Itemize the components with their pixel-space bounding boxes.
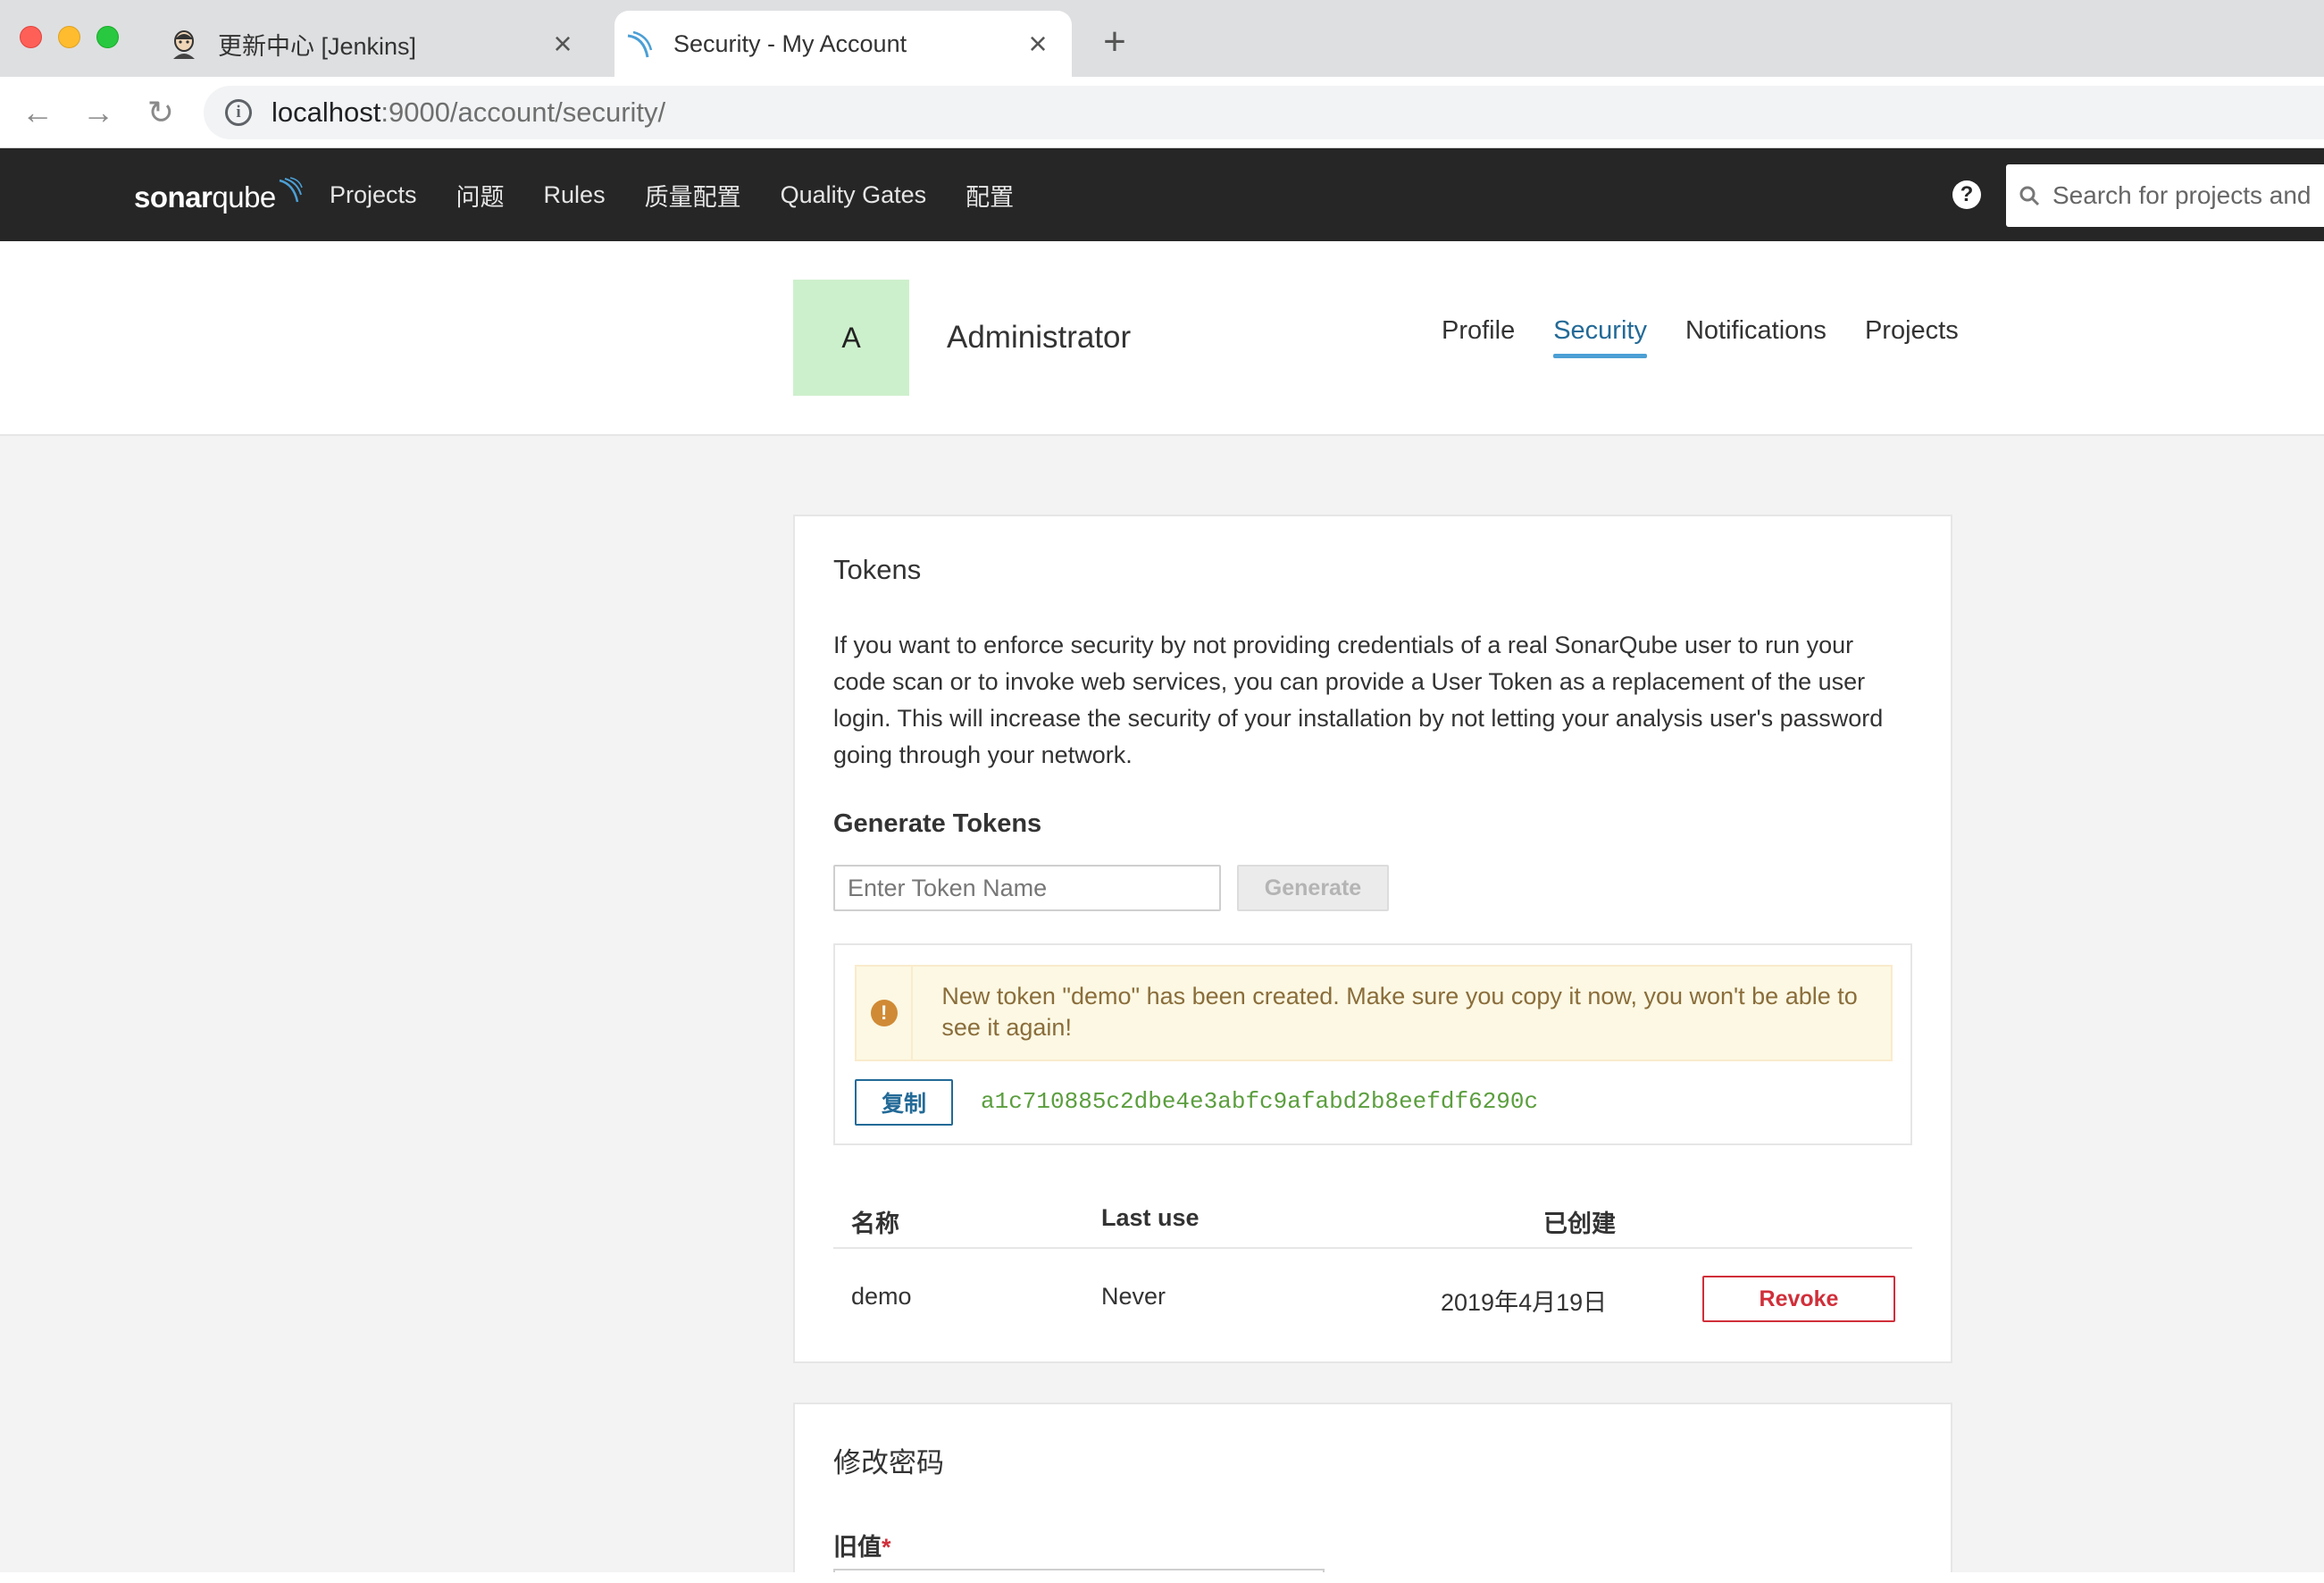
tokens-title: Tokens [833,554,922,585]
table-row: demo Never 2019年4月19日 Revoke [833,1249,1912,1354]
nav-item-projects[interactable]: Projects [330,181,417,209]
account-header: A Administrator Profile Security Notific… [0,241,2324,436]
token-name: demo [851,1283,912,1310]
global-navigation: sonarqube Projects 问题 Rules 质量配置 Quality… [0,148,2324,241]
new-token-panel: ! New token "demo" has been created. Mak… [833,943,1912,1145]
token-created-date: 2019年4月19日 [1441,1289,1608,1316]
required-mark: * [882,1534,891,1561]
sonarqube-logo[interactable]: sonarqube [134,175,303,214]
revoke-button[interactable]: Revoke [1702,1276,1895,1322]
token-name-input[interactable] [833,865,1221,911]
header-last-use: Last use [1101,1204,1200,1231]
change-password-title: 修改密码 [833,1447,944,1478]
account-name: Administrator [947,320,1132,355]
tab-projects[interactable]: Projects [1865,316,1959,355]
logo-text-bold: sonar [134,180,213,214]
window-minimize-button[interactable] [58,26,80,48]
tab-title: 更新中心 [Jenkins] [218,32,417,60]
info-icon[interactable]: i [225,99,252,126]
tab-profile[interactable]: Profile [1442,316,1515,355]
help-icon[interactable]: ? [1952,180,1981,209]
browser-tab-jenkins[interactable]: 更新中心 [Jenkins] × [159,11,597,77]
search-icon [2019,186,2040,206]
url-input[interactable]: i localhost:9000/account/security/ [204,86,2324,139]
old-password-label: 旧值* [833,1528,891,1562]
change-password-card: 修改密码 旧值* [793,1403,1952,1583]
tokens-card: Tokens If you want to enforce security b… [793,515,1952,1363]
reload-icon[interactable]: ↻ [143,95,179,130]
nav-item-quality-gates[interactable]: Quality Gates [781,181,927,209]
nav-item-issues[interactable]: 问题 [456,178,505,213]
new-tab-button[interactable]: + [1097,20,1133,64]
close-tab-icon[interactable]: × [545,28,581,60]
global-search[interactable] [2006,164,2324,227]
close-tab-icon[interactable]: × [1020,28,1056,60]
forward-arrow-icon[interactable]: → [80,95,116,130]
warning-icon: ! [870,1000,898,1026]
generate-tokens-title: Generate Tokens [833,809,1042,838]
tokens-table: 名称 Last use 已创建 demo Never 2019年4月19日 Re… [833,1160,1912,1354]
browser-tab-sonarqube[interactable]: Security - My Account × [614,11,1072,77]
nav-item-quality-profiles[interactable]: 质量配置 [645,178,741,213]
account-tabs: Profile Security Notifications Projects [1442,316,1997,358]
browser-tab-bar: 更新中心 [Jenkins] × Security - My Account ×… [0,0,2324,77]
token-value: a1c710885c2dbe4e3abfc9afabd2b8eefdf6290c [981,1088,1539,1115]
bottom-strip [0,1572,2324,1583]
sonar-waves-icon [279,177,303,203]
tab-title: Security - My Account [673,29,907,57]
window-zoom-button[interactable] [96,26,119,48]
jenkins-icon [168,28,200,60]
warning-alert: ! New token "demo" has been created. Mak… [855,965,1893,1061]
tokens-description: If you want to enforce security by not p… [833,632,1884,768]
alert-text: New token "demo" has been created. Make … [941,983,1858,1041]
nav-item-administration[interactable]: 配置 [966,178,1014,213]
old-password-label-text: 旧值 [833,1534,882,1561]
tab-security[interactable]: Security [1553,316,1647,358]
nav-item-rules[interactable]: Rules [544,181,606,209]
generate-button[interactable]: Generate [1237,865,1389,911]
logo-text: qube [212,180,276,214]
window-close-button[interactable] [20,26,42,48]
avatar: A [793,280,909,396]
nav-links: Projects 问题 Rules 质量配置 Quality Gates 配置 [330,148,1053,241]
url-text: localhost:9000/account/security/ [272,96,665,129]
tab-notifications[interactable]: Notifications [1685,316,1827,355]
token-last-use: Never [1101,1283,1166,1310]
url-path: :9000/account/security/ [380,96,666,128]
table-header: 名称 Last use 已创建 [833,1160,1912,1249]
copy-button[interactable]: 复制 [855,1079,953,1126]
sonarqube-icon [623,28,656,60]
address-bar: ← → ↻ i localhost:9000/account/security/ [0,77,2324,148]
url-host: localhost [272,96,381,128]
search-input[interactable] [2052,181,2320,210]
header-created: 已创建 [1543,1210,1616,1237]
back-arrow-icon[interactable]: ← [20,95,55,130]
header-name: 名称 [851,1210,899,1237]
